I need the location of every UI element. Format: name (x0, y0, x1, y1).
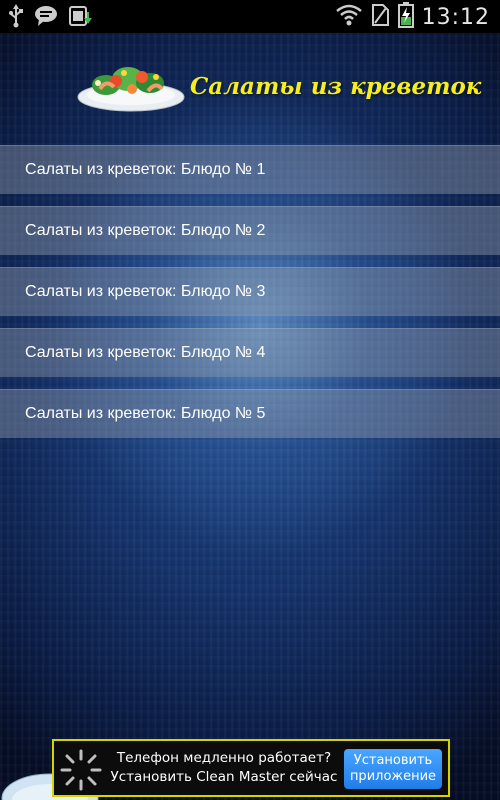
ad-text: Телефон медленно работает? Установить Cl… (109, 749, 339, 787)
app-title: Салаты из креветок (190, 73, 482, 100)
recipe-list: Салаты из креветок: Блюдо № 1 Салаты из … (0, 145, 500, 450)
list-item-recipe-4[interactable]: Салаты из креветок: Блюдо № 4 (0, 328, 500, 377)
salad-plate-icon (76, 55, 186, 119)
download-update-icon (68, 4, 94, 32)
list-item-label: Салаты из креветок: Блюдо № 2 (25, 222, 266, 239)
list-item-recipe-3[interactable]: Салаты из креветок: Блюдо № 3 (0, 267, 500, 316)
app-header: Салаты из креветок (0, 33, 500, 145)
ad-line-1: Телефон медленно работает? (116, 750, 332, 766)
clean-master-icon (58, 747, 104, 797)
list-item-label: Салаты из креветок: Блюдо № 5 (25, 405, 266, 422)
chat-bubble-icon (34, 5, 58, 31)
no-sim-icon (370, 3, 390, 31)
battery-charging-icon (397, 2, 414, 32)
usb-icon (8, 4, 24, 32)
wifi-icon (335, 4, 362, 30)
list-item-recipe-2[interactable]: Салаты из креветок: Блюдо № 2 (0, 206, 500, 255)
list-item-label: Салаты из креветок: Блюдо № 4 (25, 344, 266, 361)
install-button[interactable]: Установить приложение (344, 749, 442, 789)
status-bar-notifications (8, 4, 94, 32)
list-item-label: Салаты из креветок: Блюдо № 3 (25, 283, 266, 300)
ad-banner[interactable]: Телефон медленно работает? Установить Cl… (52, 739, 450, 797)
status-bar-system: 13:12 (335, 2, 490, 32)
status-time: 13:12 (421, 4, 490, 30)
list-item-recipe-1[interactable]: Салаты из креветок: Блюдо № 1 (0, 145, 500, 194)
list-item-label: Салаты из креветок: Блюдо № 1 (25, 161, 266, 178)
ad-line-2: Установить Clean Master сейчас (110, 769, 338, 785)
status-bar: 13:12 (0, 0, 500, 33)
list-item-recipe-5[interactable]: Салаты из креветок: Блюдо № 5 (0, 389, 500, 438)
